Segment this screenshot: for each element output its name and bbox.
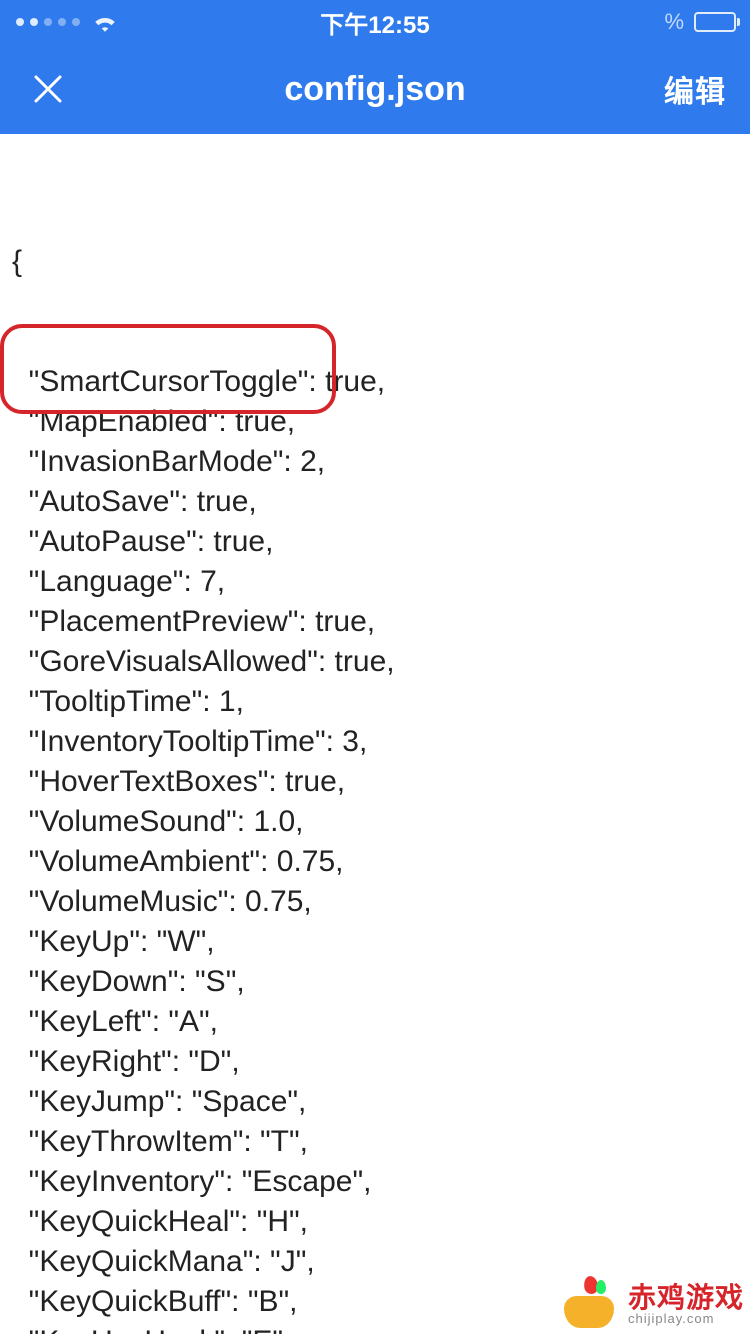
status-left bbox=[16, 12, 118, 32]
file-content[interactable]: { "SmartCursorToggle": true, "MapEnabled… bbox=[0, 134, 750, 1334]
code-line: "KeyThrowItem": "T", bbox=[12, 1122, 738, 1162]
code-line: "GoreVisualsAllowed": true, bbox=[12, 642, 738, 682]
watermark-title: 赤鸡游戏 bbox=[628, 1284, 744, 1312]
wifi-icon bbox=[92, 12, 118, 32]
code-line: "MapEnabled": true, bbox=[12, 402, 738, 442]
battery-percent: % bbox=[664, 9, 686, 35]
watermark: 赤鸡游戏 chijiplay.com bbox=[558, 1272, 750, 1334]
code-line: { bbox=[12, 242, 738, 282]
code-line: "Language": 7, bbox=[12, 562, 738, 602]
nav-bar: config.json 编辑 bbox=[0, 44, 750, 134]
close-button[interactable] bbox=[26, 67, 70, 111]
code-line: "KeyQuickHeal": "H", bbox=[12, 1202, 738, 1242]
code-line: "KeyUp": "W", bbox=[12, 922, 738, 962]
code-line: "VolumeSound": 1.0, bbox=[12, 802, 738, 842]
code-line: "AutoPause": true, bbox=[12, 522, 738, 562]
code-line: "KeyLeft": "A", bbox=[12, 1002, 738, 1042]
battery-icon bbox=[694, 12, 736, 32]
watermark-url: chijiplay.com bbox=[628, 1312, 744, 1325]
code-line: "AutoSave": true, bbox=[12, 482, 738, 522]
close-icon bbox=[30, 71, 66, 107]
status-right: % bbox=[664, 9, 736, 35]
watermark-logo-icon bbox=[564, 1276, 620, 1332]
code-line: "KeyInventory": "Escape", bbox=[12, 1162, 738, 1202]
edit-button[interactable]: 编辑 bbox=[664, 67, 726, 111]
page-title: config.json bbox=[284, 70, 465, 109]
code-line: "PlacementPreview": true, bbox=[12, 602, 738, 642]
code-line: "KeyJump": "Space", bbox=[12, 1082, 738, 1122]
code-line: "VolumeMusic": 0.75, bbox=[12, 882, 738, 922]
code-line: "KeyRight": "D", bbox=[12, 1042, 738, 1082]
code-line: "HoverTextBoxes": true, bbox=[12, 762, 738, 802]
code-line: "InvasionBarMode": 2, bbox=[12, 442, 738, 482]
code-line: "InventoryTooltipTime": 3, bbox=[12, 722, 738, 762]
status-time: 下午12:55 bbox=[320, 5, 429, 40]
code-line: "KeyDown": "S", bbox=[12, 962, 738, 1002]
code-line: "TooltipTime": 1, bbox=[12, 682, 738, 722]
code-line: "SmartCursorToggle": true, bbox=[12, 362, 738, 402]
status-bar: 下午12:55 % bbox=[0, 0, 750, 44]
code-line: "VolumeAmbient": 0.75, bbox=[12, 842, 738, 882]
